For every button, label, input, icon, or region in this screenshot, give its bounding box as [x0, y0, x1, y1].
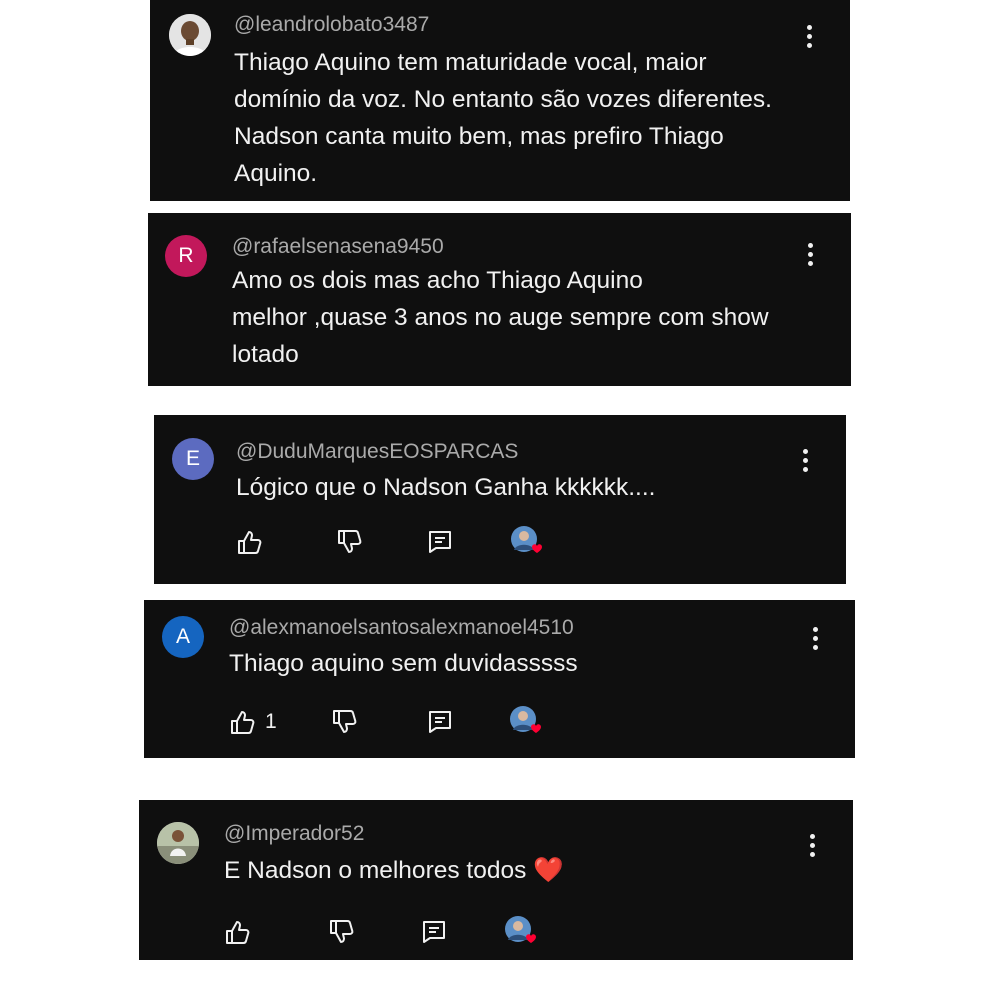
- like-button[interactable]: 1: [229, 705, 277, 739]
- reply-icon: [429, 711, 451, 733]
- comment-author-handle[interactable]: @alexmanoelsantosalexmanoel4510: [229, 616, 574, 640]
- comment-text: Amo os dois mas acho Thiago Aquino melho…: [232, 267, 769, 368]
- like-icon: [231, 711, 255, 734]
- comment-author-handle[interactable]: @rafaelsenasena9450: [232, 235, 444, 259]
- dislike-button[interactable]: [336, 525, 364, 559]
- more-options-icon[interactable]: [802, 449, 810, 475]
- creator-heart-icon: [509, 705, 543, 739]
- more-options-icon[interactable]: [809, 834, 817, 860]
- comment-author-handle[interactable]: @leandrolobato3487: [234, 13, 429, 37]
- comment-text: Thiago aquino sem duvidasssss: [229, 650, 578, 677]
- comment-card: R @rafaelsenasena9450 Amo os dois mas ac…: [148, 213, 851, 386]
- comment-text: Lógico que o Nadson Ganha kkkkkk....: [236, 474, 656, 501]
- like-icon: [238, 531, 262, 554]
- more-options-icon[interactable]: [806, 25, 814, 51]
- avatar[interactable]: [157, 822, 199, 864]
- comment-author-handle[interactable]: @DuduMarquesEOSPARCAS: [236, 440, 518, 464]
- avatar[interactable]: R: [165, 235, 207, 277]
- avatar-letter: R: [178, 244, 194, 267]
- comment-card: A @alexmanoelsantosalexmanoel4510 Thiago…: [144, 600, 855, 758]
- reply-button[interactable]: [420, 915, 448, 949]
- avatar-letter: A: [175, 625, 190, 648]
- like-count: 1: [265, 710, 277, 733]
- comment-card: E @DuduMarquesEOSPARCAS Lógico que o Nad…: [154, 415, 846, 584]
- dislike-button[interactable]: [328, 915, 356, 949]
- dislike-button[interactable]: [331, 705, 359, 739]
- more-options-icon[interactable]: [807, 243, 815, 269]
- reply-icon: [423, 921, 445, 943]
- comment-text: Thiago Aquino tem maturidade vocal, maio…: [234, 49, 772, 187]
- like-icon: [226, 921, 250, 944]
- dislike-icon: [333, 710, 357, 733]
- reply-icon: [429, 531, 451, 553]
- reply-button[interactable]: [426, 525, 454, 559]
- comment-text: E Nadson o melhores todos ❤️: [224, 857, 564, 884]
- reply-button[interactable]: [426, 705, 454, 739]
- comment-actions: [224, 915, 544, 949]
- like-button[interactable]: [236, 525, 272, 559]
- dislike-icon: [330, 920, 354, 943]
- avatar[interactable]: A: [162, 616, 204, 658]
- avatar[interactable]: E: [172, 438, 214, 480]
- avatar-letter: E: [185, 447, 200, 470]
- creator-heart-icon: [510, 525, 544, 559]
- more-options-icon[interactable]: [812, 627, 820, 653]
- avatar[interactable]: [169, 14, 211, 56]
- dislike-icon: [338, 530, 362, 553]
- comment-card: @Imperador52 E Nadson o melhores todos ❤…: [139, 800, 853, 960]
- comment-card: @leandrolobato3487 Thiago Aquino tem mat…: [150, 0, 850, 201]
- like-button[interactable]: [224, 915, 260, 949]
- creator-heart-icon: [504, 915, 538, 949]
- comment-actions: 1: [229, 705, 549, 739]
- comment-actions: [236, 525, 556, 559]
- comment-author-handle[interactable]: @Imperador52: [224, 822, 364, 846]
